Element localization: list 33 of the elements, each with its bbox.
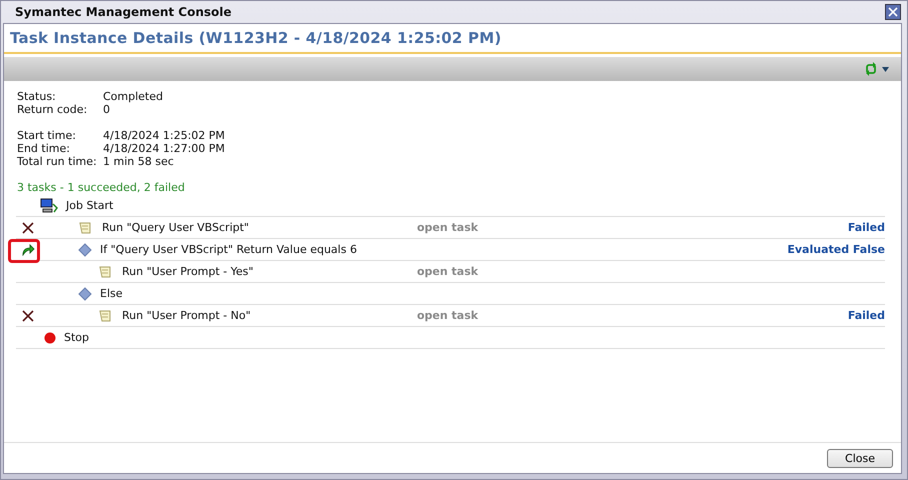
diamond-icon	[78, 286, 92, 300]
step-label: Else	[100, 287, 123, 300]
detail-label: Return code:	[17, 103, 88, 116]
detail-label: End time:	[17, 142, 71, 155]
diamond-icon	[78, 242, 92, 256]
step-label: If "Query User VBScript" Return Value equals 6	[100, 243, 357, 256]
open-task-link[interactable]: open task	[417, 265, 478, 278]
page-title: Task Instance Details (W1123H2 - 4/18/2024 1:25:02 PM)	[10, 29, 502, 47]
task-summary: 3 tasks - 1 succeeded, 2 failed	[17, 181, 186, 195]
stop-icon	[44, 332, 56, 344]
detail-value: 0	[103, 103, 110, 116]
step-label: Stop	[64, 331, 90, 344]
detail-label: Status:	[17, 90, 57, 103]
detail-label: Total run time:	[17, 155, 98, 168]
open-task-link[interactable]: open task	[417, 221, 478, 234]
computer-icon	[40, 198, 58, 214]
close-button[interactable]: Close	[827, 448, 893, 468]
detail-value: 4/18/2024 1:25:02 PM	[103, 129, 225, 142]
step-label: Run "User Prompt - No"	[122, 309, 251, 322]
open-task-link[interactable]: open task	[417, 309, 478, 322]
detail-label: Start time:	[17, 129, 77, 142]
detail-value: 1 min 58 sec	[103, 155, 174, 168]
caret-icon[interactable]	[882, 66, 889, 72]
close-icon[interactable]	[885, 4, 901, 20]
step-label: Run "User Prompt - Yes"	[122, 265, 254, 278]
step-label: Job Start	[66, 199, 114, 212]
detail-value: 4/18/2024 1:27:00 PM	[103, 142, 225, 155]
step-label: Run "Query User VBScript"	[102, 221, 249, 234]
window-title: Symantec Management Console	[15, 5, 232, 19]
detail-value: Completed	[103, 90, 163, 103]
step-result: Failed	[848, 309, 885, 322]
step-result: Failed	[848, 221, 885, 234]
step-result: Evaluated False	[787, 243, 885, 256]
